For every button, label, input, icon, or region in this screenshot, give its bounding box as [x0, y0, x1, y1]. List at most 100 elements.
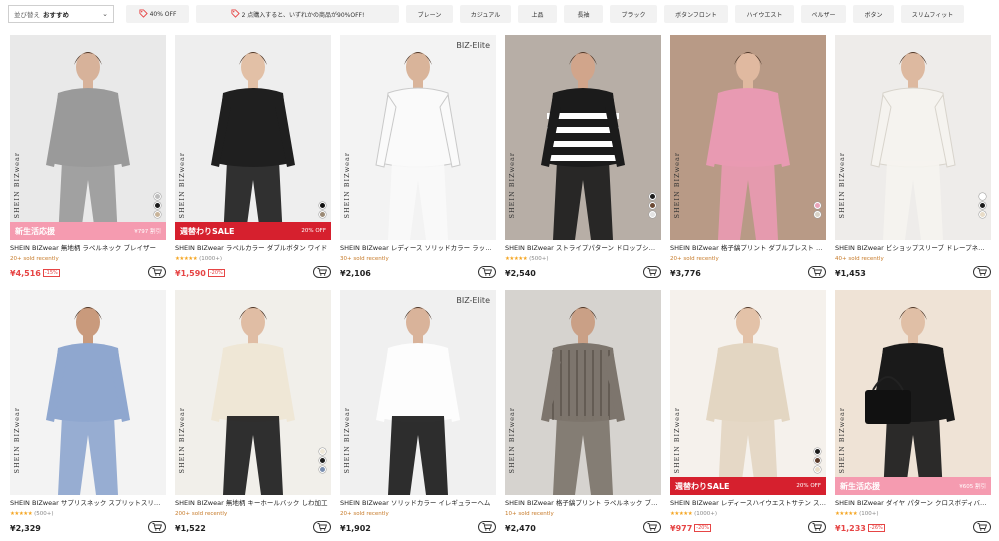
add-to-cart-button[interactable]: [148, 266, 166, 278]
product-card[interactable]: SHEIN BIZwear SHEIN BIZwear サプリスネック スプリット…: [10, 290, 166, 534]
discount-badge: -20%: [694, 524, 712, 532]
sold-recently: 30+ sold recently: [340, 256, 389, 262]
color-swatch[interactable]: [154, 202, 161, 209]
add-to-cart-button[interactable]: [478, 521, 496, 533]
color-swatch[interactable]: [814, 448, 821, 455]
color-swatch[interactable]: [154, 211, 161, 218]
product-title[interactable]: SHEIN BIZwear 無地柄 キーホールバック しわ加工: [175, 499, 331, 508]
price-row: ¥3,776: [670, 266, 826, 279]
add-to-cart-button[interactable]: [643, 521, 661, 533]
color-swatches: [649, 193, 656, 218]
product-card[interactable]: SHEIN BIZwear 週替わりSALE 20% OFF SHEIN BIZwea…: [670, 290, 826, 534]
filter-chip[interactable]: 40% OFF: [126, 5, 189, 23]
filter-chip[interactable]: ボタンフロント: [664, 5, 728, 23]
product-title[interactable]: SHEIN BIZwear レディースハイウエストサテン スカート: [670, 499, 826, 508]
color-swatch[interactable]: [649, 193, 656, 200]
review-count: (1000+): [199, 256, 223, 262]
price-row: ¥1,522: [175, 521, 331, 534]
product-title[interactable]: SHEIN BIZwear サプリスネック スプリットスリーブ: [10, 499, 166, 508]
product-card[interactable]: SHEIN BIZwear BIZ-Elite SHEIN BIZwear ソリッド…: [340, 290, 496, 534]
add-to-cart-button[interactable]: [808, 521, 826, 533]
product-title[interactable]: SHEIN BIZwear ダイヤ パターン クロスボディバッグ: [835, 499, 991, 508]
product-card[interactable]: SHEIN BIZwear SHEIN BIZwear 格子縞プリント ラペルネッ…: [505, 290, 661, 534]
cart-icon: [317, 268, 327, 276]
product-image[interactable]: SHEIN BIZwear: [175, 290, 331, 495]
product-card[interactable]: SHEIN BIZwear SHEIN BIZwear 格子縞プリント ダブルブレ…: [670, 35, 826, 279]
promo-banner-label: 週替わりSALE: [180, 226, 235, 236]
add-to-cart-button[interactable]: [973, 521, 991, 533]
product-title[interactable]: SHEIN BIZwear ソリッドカラー イレギュラーヘム: [340, 499, 496, 508]
product-card[interactable]: SHEIN BIZwear 新生活応援 ¥605 割引 SHEIN BIZwear ダ…: [835, 290, 991, 534]
product-image[interactable]: SHEIN BIZwear: [670, 35, 826, 240]
filter-chip-label: ボタンフロント: [675, 11, 717, 19]
color-swatch[interactable]: [814, 202, 821, 209]
color-swatch[interactable]: [979, 202, 986, 209]
color-swatch[interactable]: [979, 211, 986, 218]
color-swatch[interactable]: [814, 466, 821, 473]
color-swatch[interactable]: [649, 202, 656, 209]
filter-chip[interactable]: カジュアル: [460, 5, 511, 23]
color-swatches: [319, 448, 326, 473]
filter-chip[interactable]: 長袖: [564, 5, 603, 23]
promo-banner-detail: 20% OFF: [301, 228, 326, 234]
product-image[interactable]: SHEIN BIZwear 新生活応援 ¥605 割引: [835, 290, 991, 495]
product-card[interactable]: SHEIN BIZwear SHEIN BIZwear ストライプパターン ドロッ…: [505, 35, 661, 279]
product-image[interactable]: SHEIN BIZwear BIZ-Elite: [340, 35, 496, 240]
cart-icon: [482, 268, 492, 276]
product-image[interactable]: SHEIN BIZwear 週替わりSALE 20% OFF: [670, 290, 826, 495]
color-swatch[interactable]: [319, 211, 326, 218]
filter-chip[interactable]: ブラック: [610, 5, 657, 23]
color-swatch[interactable]: [319, 466, 326, 473]
filter-chip[interactable]: 2 点購入すると、いずれかの商品が90%OFF!: [196, 5, 399, 23]
filter-chip[interactable]: ハイウエスト: [735, 5, 794, 23]
color-swatch[interactable]: [319, 448, 326, 455]
product-title[interactable]: SHEIN BIZwear ビショップスリーブ ドレープネック: [835, 244, 991, 253]
product-image[interactable]: SHEIN BIZwear 週替わりSALE 20% OFF: [175, 35, 331, 240]
review-count: (500+): [529, 256, 549, 262]
product-price: ¥1,233: [835, 523, 866, 533]
add-to-cart-button[interactable]: [148, 521, 166, 533]
product-title[interactable]: SHEIN BIZwear 格子縞プリント ダブルブレスト ブレザー: [670, 244, 826, 253]
product-price: ¥1,590: [175, 268, 206, 278]
brand-watermark: SHEIN BIZwear: [508, 151, 516, 218]
brand-watermark: SHEIN BIZwear: [673, 151, 681, 218]
product-image[interactable]: SHEIN BIZwear BIZ-Elite: [340, 290, 496, 495]
product-card[interactable]: SHEIN BIZwear SHEIN BIZwear ビショップスリーブ ドレー…: [835, 35, 991, 279]
product-card[interactable]: SHEIN BIZwear 新生活応援 ¥797 割引 SHEIN BIZwear 無…: [10, 35, 166, 279]
add-to-cart-button[interactable]: [313, 521, 331, 533]
product-title[interactable]: SHEIN BIZwear ストライプパターン ドロップショルダー: [505, 244, 661, 253]
sort-dropdown[interactable]: 並び替え おすすめ ⌄: [8, 5, 114, 23]
brand-watermark: SHEIN BIZwear: [508, 406, 516, 473]
product-image[interactable]: SHEIN BIZwear: [10, 290, 166, 495]
add-to-cart-button[interactable]: [313, 266, 331, 278]
product-title[interactable]: SHEIN BIZwear 無地柄 ラペルネック ブレイザー: [10, 244, 166, 253]
product-card[interactable]: SHEIN BIZwear 週替わりSALE 20% OFF SHEIN BIZwea…: [175, 35, 331, 279]
product-image[interactable]: SHEIN BIZwear: [835, 35, 991, 240]
add-to-cart-button[interactable]: [808, 266, 826, 278]
product-title[interactable]: SHEIN BIZwear ラペルカラー ダブルボタン ワイド: [175, 244, 331, 253]
product-card[interactable]: SHEIN BIZwear BIZ-Elite SHEIN BIZwear レディー…: [340, 35, 496, 279]
filter-chip[interactable]: ペルザー: [801, 5, 846, 23]
filter-chip[interactable]: 上品: [518, 5, 557, 23]
color-swatch[interactable]: [319, 202, 326, 209]
filter-chip-label: ハイウエスト: [746, 11, 783, 19]
add-to-cart-button[interactable]: [478, 266, 496, 278]
product-image[interactable]: SHEIN BIZwear: [505, 290, 661, 495]
product-title[interactable]: SHEIN BIZwear レディース ソリッドカラー ラッフル: [340, 244, 496, 253]
product-image[interactable]: SHEIN BIZwear 新生活応援 ¥797 割引: [10, 35, 166, 240]
add-to-cart-button[interactable]: [643, 266, 661, 278]
color-swatch[interactable]: [154, 193, 161, 200]
filter-chip[interactable]: ボタン: [853, 5, 894, 23]
color-swatch[interactable]: [319, 457, 326, 464]
product-image[interactable]: SHEIN BIZwear: [505, 35, 661, 240]
color-swatches: [814, 202, 821, 218]
color-swatch[interactable]: [649, 211, 656, 218]
color-swatch[interactable]: [814, 457, 821, 464]
color-swatch[interactable]: [979, 193, 986, 200]
filter-chip[interactable]: ブレーン: [406, 5, 453, 23]
product-card[interactable]: SHEIN BIZwear SHEIN BIZwear 無地柄 キーホールバック …: [175, 290, 331, 534]
color-swatch[interactable]: [814, 211, 821, 218]
filter-chip[interactable]: スリムフィット: [901, 5, 964, 23]
product-title[interactable]: SHEIN BIZwear 格子縞プリント ラペルネック ブレザー: [505, 499, 661, 508]
add-to-cart-button[interactable]: [973, 266, 991, 278]
